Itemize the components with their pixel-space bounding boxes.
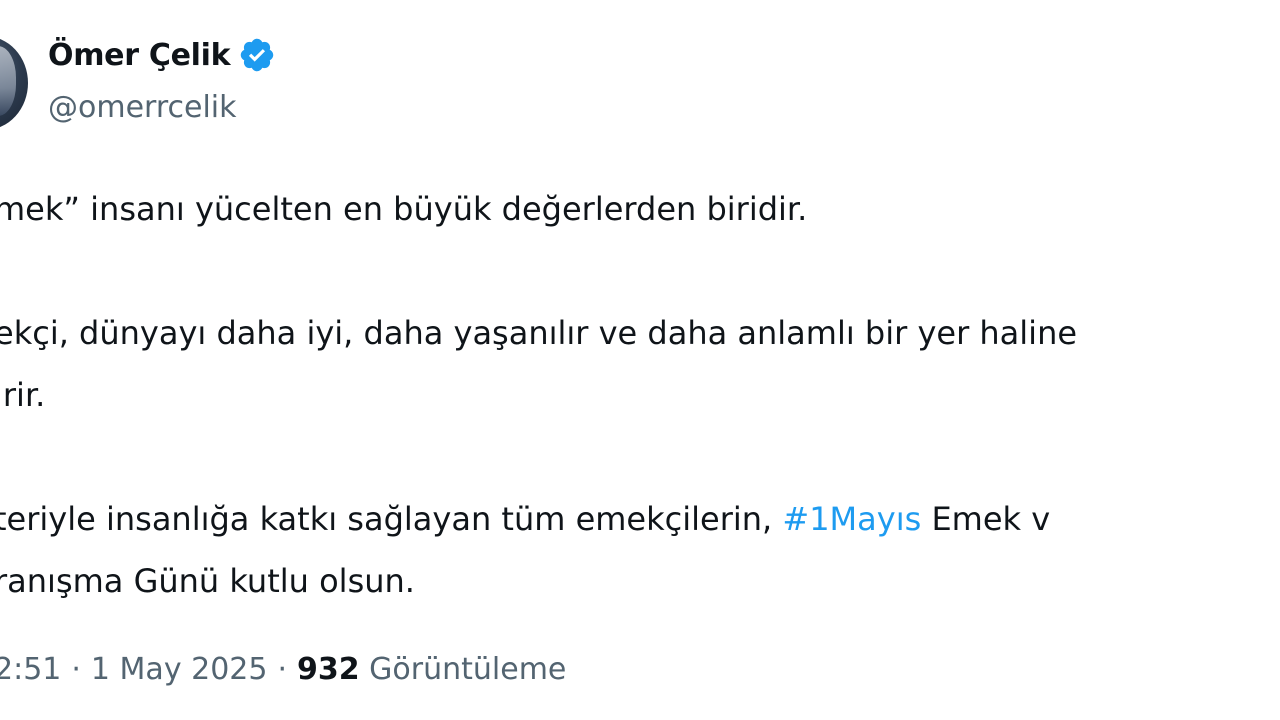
tweet-time[interactable]: 2:51 — [0, 652, 61, 687]
avatar[interactable] — [0, 36, 28, 130]
tweet-line-3: irir. — [0, 376, 46, 414]
views-count: 932 — [297, 652, 360, 687]
verified-badge-icon — [241, 38, 274, 72]
tweet-text: mek” insanı yücelten en büyük değerlerde… — [0, 178, 1280, 612]
author-name[interactable]: Ömer Çelik — [48, 38, 231, 73]
tweet-line-2: ekçi, dünyayı daha iyi, daha yaşanılır v… — [0, 314, 1078, 352]
author-handle[interactable]: @omerrcelik — [48, 90, 237, 125]
hashtag-link[interactable]: #1Mayıs — [782, 500, 921, 538]
meta-separator: · — [277, 652, 287, 687]
tweet-date[interactable]: 1 May 2025 — [91, 652, 268, 687]
tweet-card: Ömer Çelik @omerrcelik mek” insanı yücel… — [0, 0, 1280, 720]
tweet-line-4-before: teriyle insanlığa katkı sağlayan tüm eme… — [0, 500, 783, 538]
views-label: Görüntüleme — [369, 652, 567, 687]
tweet-meta: 2:51 · 1 May 2025 · 932 Görüntüleme — [0, 652, 566, 687]
tweet-line-4: teriyle insanlığa katkı sağlayan tüm eme… — [0, 488, 1280, 550]
tweet-line-1: mek” insanı yücelten en büyük değerlerde… — [0, 190, 808, 228]
meta-separator: · — [71, 652, 81, 687]
author-name-row[interactable]: Ömer Çelik — [48, 36, 276, 74]
tweet-line-5: ranışma Günü kutlu olsun. — [0, 562, 415, 600]
tweet-line-4-after: Emek v — [921, 500, 1051, 538]
